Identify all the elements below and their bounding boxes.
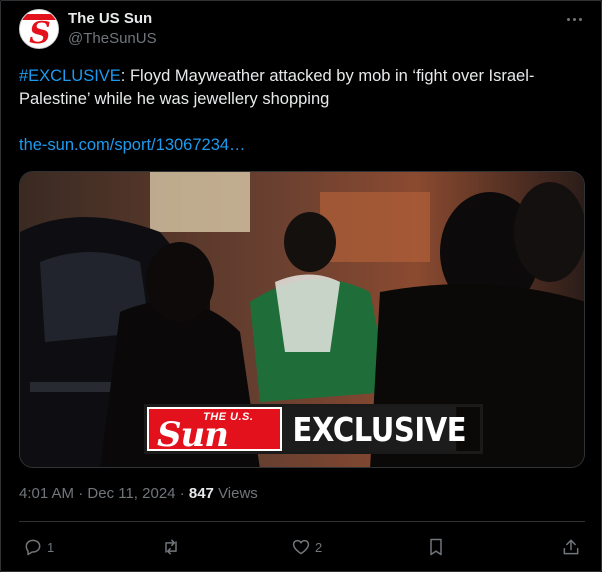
article-link[interactable]: the-sun.com/sport/13067234… <box>19 136 246 155</box>
reply-button[interactable]: 1 <box>23 535 54 559</box>
hashtag-link[interactable]: #EXCLUSIVE <box>19 67 121 85</box>
post-text: #EXCLUSIVE: Floyd Mayweather attacked by… <box>19 65 579 111</box>
post-date[interactable]: Dec 11, 2024 <box>87 485 175 502</box>
views-count: 847 <box>188 485 214 502</box>
post-meta: 4:01 AM · Dec 11, 2024 · 847 Views <box>19 485 258 502</box>
reply-icon <box>25 539 41 556</box>
post-card[interactable]: S The US Sun @TheSunUS #EXCLUSIVE: Floyd… <box>0 0 602 572</box>
repost-icon <box>165 539 177 555</box>
svg-text:S: S <box>29 16 51 49</box>
bookmark-icon <box>430 538 442 556</box>
post-time[interactable]: 4:01 AM <box>19 485 74 502</box>
share-button[interactable] <box>561 535 581 559</box>
like-button[interactable]: 2 <box>291 535 322 559</box>
exclusive-label: EXCLUSIVE <box>282 407 467 451</box>
more-button[interactable] <box>561 11 587 27</box>
author-name[interactable]: The US Sun <box>68 10 152 27</box>
heart-icon <box>292 539 310 555</box>
avatar[interactable]: S <box>19 9 59 49</box>
more-horizontal-icon <box>566 17 570 21</box>
share-icon <box>563 539 579 555</box>
the-us-sun-logo: THE U.S. Sun <box>147 407 282 455</box>
views-label: Views <box>218 485 258 502</box>
sun-logo-icon: S <box>20 10 58 49</box>
meta-separator: · <box>179 485 185 502</box>
repost-button[interactable] <box>161 535 185 559</box>
meta-separator: · <box>78 485 84 502</box>
like-count: 2 <box>315 539 323 555</box>
bookmark-button[interactable] <box>426 535 446 559</box>
author-handle[interactable]: @TheSunUS <box>68 30 157 47</box>
reply-count: 1 <box>47 539 55 555</box>
exclusive-badge: THE U.S. Sun EXCLUSIVE <box>144 404 483 455</box>
divider <box>19 521 585 522</box>
post-media-image[interactable]: THE U.S. Sun EXCLUSIVE <box>19 171 585 468</box>
